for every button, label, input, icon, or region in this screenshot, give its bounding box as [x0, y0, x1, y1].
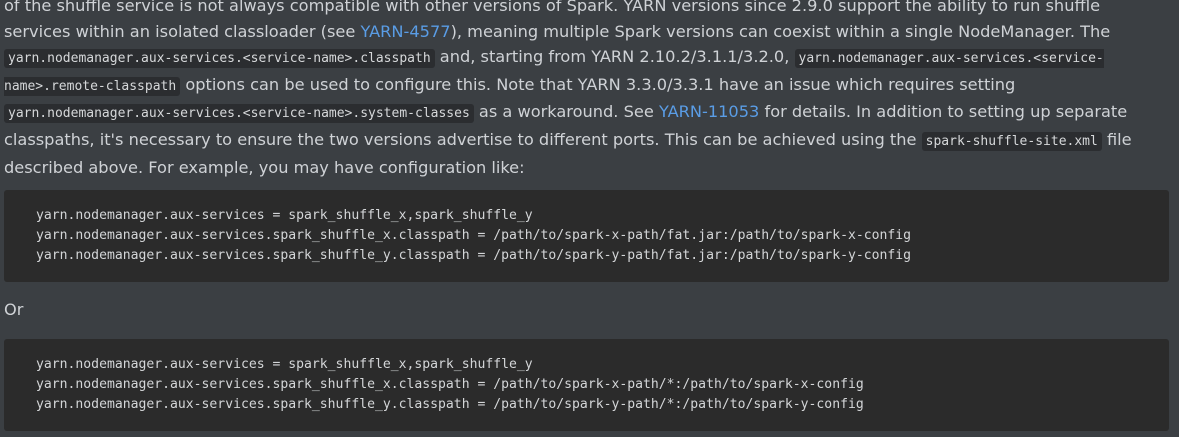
inline-code-classpath: yarn.nodemanager.aux-services.<service-n…	[4, 49, 435, 69]
inline-code-shuffle-site-xml: spark-shuffle-site.xml	[921, 131, 1102, 151]
or-text: Or	[4, 300, 24, 319]
paragraph-text: options can be used to configure this. N…	[180, 74, 1016, 94]
body-paragraph: of the shuffle service is not always com…	[4, 0, 1169, 180]
code-line: yarn.nodemanager.aux-services.spark_shuf…	[36, 397, 864, 412]
code-line: yarn.nodemanager.aux-services = spark_sh…	[36, 208, 533, 223]
documentation-page: of the shuffle service is not always com…	[0, 0, 1179, 437]
code-block-wildcard: yarn.nodemanager.aux-services = spark_sh…	[4, 339, 1169, 431]
yarn-11053-link[interactable]: YARN-11053	[659, 102, 759, 121]
paragraph-text: as a workaround. See	[473, 102, 659, 122]
code-block-fat-jar: yarn.nodemanager.aux-services = spark_sh…	[4, 190, 1169, 282]
code-line: yarn.nodemanager.aux-services.spark_shuf…	[36, 377, 864, 392]
code-line: yarn.nodemanager.aux-services = spark_sh…	[36, 357, 533, 372]
paragraph-text: and, starting from YARN 2.10.2/3.1.1/3.2…	[434, 47, 795, 67]
paragraph-text: ), meaning multiple Spark versions can c…	[450, 21, 1111, 41]
inline-code-system-classes: yarn.nodemanager.aux-services.<service-n…	[4, 104, 474, 124]
code-line: yarn.nodemanager.aux-services.spark_shuf…	[36, 228, 912, 243]
code-line: yarn.nodemanager.aux-services.spark_shuf…	[36, 248, 912, 263]
yarn-4577-link[interactable]: YARN-4577	[360, 22, 450, 41]
